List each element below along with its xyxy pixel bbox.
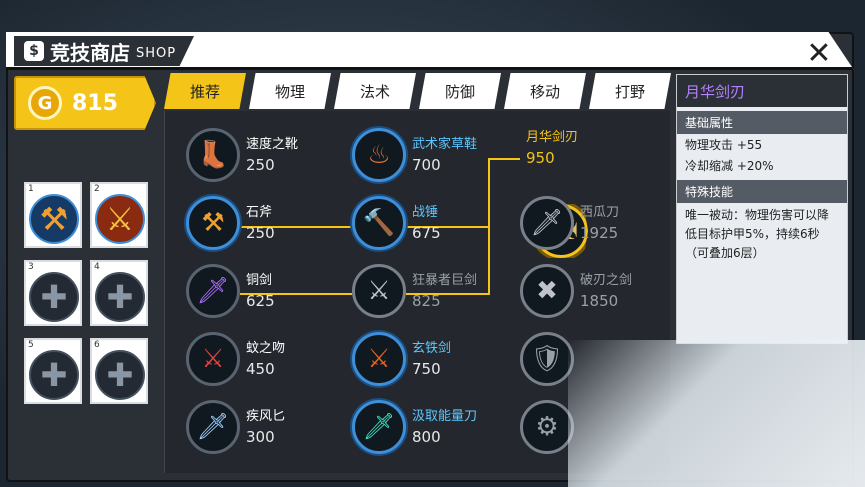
armor-icon: 🛡: [520, 332, 574, 386]
connector-line: [488, 158, 490, 295]
gold-display: G 815: [14, 76, 156, 130]
money-bag-icon: $: [24, 41, 44, 61]
item-name: 玄铁剑: [412, 341, 452, 356]
coin-icon: G: [28, 86, 62, 120]
item-price: 1925: [580, 224, 619, 242]
item-detail-panel: 月华剑刃 基础属性 物理攻击 +55 冷却缩减 +20% 特殊技能 唯一被动：物…: [676, 74, 848, 344]
tab-physical[interactable]: 物理: [249, 73, 331, 109]
tab-defense[interactable]: 防御: [419, 73, 501, 109]
shop-item[interactable]: 🗡 铜剑 625: [186, 264, 275, 318]
plus-icon: ✚: [95, 272, 145, 322]
shop-item[interactable]: ✖ 破刃之剑 1850: [520, 264, 632, 318]
blade-breaker-icon: ✖: [520, 264, 574, 318]
plus-icon: ✚: [29, 350, 79, 400]
detail-title: 月华剑刃: [677, 75, 847, 107]
iron-sword-icon: ⚔: [352, 332, 406, 386]
item-name: 狂暴者巨剑: [412, 273, 478, 288]
item-name: 疾风匕: [246, 409, 286, 424]
slot-number: 4: [94, 262, 100, 272]
shop-item[interactable]: 🗡 疾风匕 300: [186, 400, 285, 454]
item-name: 战锤: [412, 205, 439, 220]
inventory-slot-3[interactable]: 3 ✚: [24, 260, 82, 326]
axe-icon: ⚒: [186, 196, 240, 250]
item-name: 速度之靴: [246, 137, 299, 152]
base-attributes-header: 基础属性: [677, 111, 847, 134]
plus-icon: ✚: [29, 272, 79, 322]
item-price: 250: [246, 224, 275, 242]
shop-item[interactable]: 🔨 战锤 675: [352, 196, 441, 250]
shop-item-selected[interactable]: ✠ 月华剑刃950: [520, 128, 588, 258]
slot-number: 1: [28, 184, 34, 194]
stat-physical-attack: 物理攻击 +55: [685, 138, 763, 152]
close-button[interactable]: ✕: [788, 35, 850, 71]
shop-item[interactable]: ⚔ 蚊之吻 450: [186, 332, 285, 386]
shop-title: $ 竞技商店 SHOP: [14, 36, 194, 66]
slot-number: 3: [28, 262, 34, 272]
tab-magic[interactable]: 法术: [334, 73, 416, 109]
watermark-overlay: [568, 340, 865, 487]
item-price: 700: [412, 156, 441, 174]
bronze-sword-icon: 🗡: [186, 264, 240, 318]
item-price: 950: [526, 149, 555, 167]
shop-item[interactable]: 👢 速度之靴 250: [186, 128, 298, 182]
item-price: 825: [412, 292, 441, 310]
inventory-slot-5[interactable]: 5 ✚: [24, 338, 82, 404]
slot-number: 2: [94, 184, 100, 194]
tab-recommended[interactable]: 推荐: [164, 73, 246, 109]
gear-blade-icon: ⚙: [520, 400, 574, 454]
boots-icon: 👢: [186, 128, 240, 182]
item-price: 250: [246, 156, 275, 174]
item-name: 西瓜刀: [580, 205, 620, 220]
dagger-icon: 🗡: [186, 400, 240, 454]
plus-icon: ✚: [95, 350, 145, 400]
warhammer-icon: 🔨: [352, 196, 406, 250]
item-price: 625: [246, 292, 275, 310]
sword-icon: ⚔: [95, 194, 145, 244]
energy-blade-icon: 🗡: [352, 400, 406, 454]
item-price: 750: [412, 360, 441, 378]
item-name: 蚊之吻: [246, 341, 286, 356]
shop-item[interactable]: ⚒ 石斧 250: [186, 196, 275, 250]
item-price: 1850: [580, 292, 619, 310]
item-name: 汲取能量刀: [412, 409, 478, 424]
sandals-icon: ♨: [352, 128, 406, 182]
shop-item[interactable]: ♨ 武术家草鞋 700: [352, 128, 477, 182]
connector-line: [488, 158, 520, 160]
special-skill-header: 特殊技能: [677, 180, 847, 203]
shop-item[interactable]: 🗡 汲取能量刀 800: [352, 400, 477, 454]
shop-subtitle: SHOP: [136, 45, 177, 61]
item-name: 石斧: [246, 205, 273, 220]
category-tabs: 推荐 物理 法术 防御 移动 打野: [164, 73, 671, 109]
item-price: 800: [412, 428, 441, 446]
item-name: 破刃之剑: [580, 273, 633, 288]
greatsword-icon: ⚔: [352, 264, 406, 318]
slot-number: 6: [94, 340, 100, 350]
tab-movement[interactable]: 移动: [504, 73, 586, 109]
shop-title-text: 竞技商店: [50, 40, 130, 65]
tab-jungle[interactable]: 打野: [589, 73, 671, 109]
item-name: 铜剑: [246, 273, 273, 288]
item-price: 450: [246, 360, 275, 378]
gold-amount: 815: [72, 90, 118, 116]
inventory-slot-1[interactable]: 1 ⚒: [24, 182, 82, 248]
close-icon: ✕: [806, 35, 832, 71]
shop-item[interactable]: ⚔ 狂暴者巨剑 825: [352, 264, 477, 318]
shop-item[interactable]: 🗡 西瓜刀 1925: [520, 196, 619, 250]
inventory-slot-2[interactable]: 2 ⚔: [90, 182, 148, 248]
inventory-slot-6[interactable]: 6 ✚: [90, 338, 148, 404]
stat-cooldown: 冷却缩减 +20%: [685, 159, 774, 173]
watermelon-knife-icon: 🗡: [520, 196, 574, 250]
hammer-icon: ⚒: [29, 194, 79, 244]
mosquito-blade-icon: ⚔: [186, 332, 240, 386]
item-price: 300: [246, 428, 275, 446]
inventory-slot-4[interactable]: 4 ✚: [90, 260, 148, 326]
item-name: 武术家草鞋: [412, 137, 478, 152]
shop-item[interactable]: ⚙: [520, 400, 574, 454]
skill-description: 唯一被动：物理伤害可以降低目标护甲5%，持续6秒（可叠加6层）: [685, 208, 830, 260]
shop-item[interactable]: ⚔ 玄铁剑 750: [352, 332, 451, 386]
item-price: 675: [412, 224, 441, 242]
shop-item[interactable]: 🛡: [520, 332, 574, 386]
slot-number: 5: [28, 340, 34, 350]
item-name: 月华剑刃: [526, 130, 579, 145]
